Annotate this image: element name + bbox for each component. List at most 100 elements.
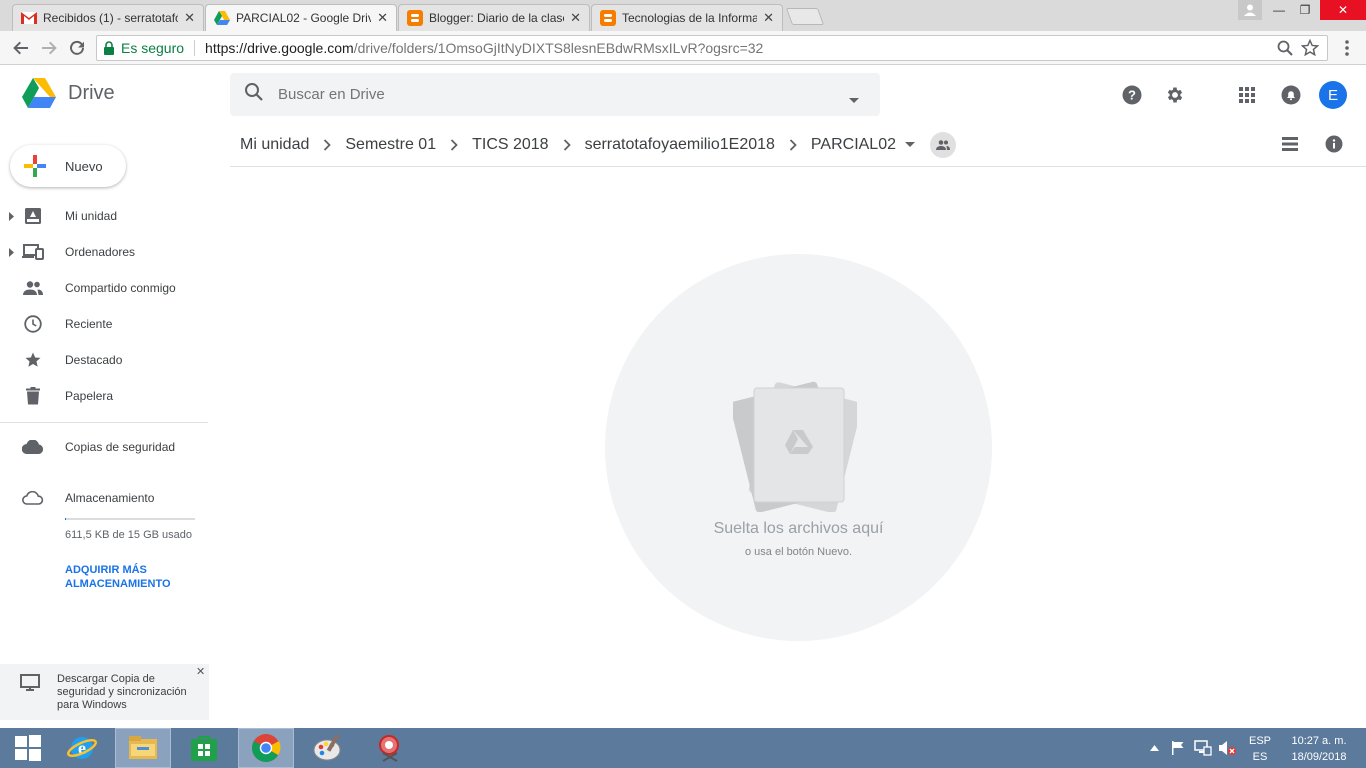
apps-grid-icon[interactable]: [1235, 83, 1259, 107]
search-options-dropdown-icon[interactable]: [848, 91, 860, 109]
list-view-icon[interactable]: [1278, 132, 1302, 156]
paint-icon[interactable]: [300, 728, 356, 768]
drive-logo-text: Drive: [68, 81, 115, 104]
language-indicator[interactable]: ESP ES: [1246, 733, 1274, 765]
breadcrumb-item[interactable]: Semestre 01: [345, 136, 436, 154]
drive-files-illustration: [733, 381, 857, 512]
window-close-button[interactable]: ✕: [1320, 0, 1366, 20]
sidebar-item-label: Almacenamiento: [65, 491, 155, 505]
search-bar[interactable]: [230, 73, 880, 116]
address-bar[interactable]: Es seguro https://drive.google.com/drive…: [96, 35, 1328, 61]
maximize-button[interactable]: ❐: [1292, 0, 1318, 20]
file-explorer-icon[interactable]: [115, 728, 171, 768]
profile-button[interactable]: [1238, 0, 1262, 20]
sidebar-item-label: Copias de seguridad: [65, 440, 176, 454]
breadcrumb-item[interactable]: serratotafoyaemilio1E2018: [585, 136, 775, 154]
storage-usage-text: 611,5 KB de 15 GB usado: [65, 529, 192, 541]
back-button[interactable]: [10, 37, 32, 59]
plus-icon: [24, 155, 46, 177]
new-tab-button[interactable]: [785, 8, 825, 25]
sidebar-item-my-drive[interactable]: Mi unidad: [0, 198, 208, 234]
breadcrumb-item[interactable]: TICS 2018: [472, 136, 548, 154]
drop-zone-empty-state[interactable]: Suelta los archivos aquí o usa el botón …: [605, 254, 992, 641]
chevron-right-icon: [563, 139, 571, 151]
shared-icon: [22, 277, 44, 299]
close-icon[interactable]: ✕: [377, 10, 388, 26]
backup-sync-promo[interactable]: Descargar Copia de seguridad y sincroniz…: [0, 664, 209, 720]
chevron-right-icon: [323, 139, 332, 151]
notifications-bell-icon[interactable]: [1279, 83, 1303, 107]
tab-google-drive[interactable]: PARCIAL02 - Google Driv ✕: [205, 4, 397, 31]
star-icon: [22, 349, 44, 371]
close-icon[interactable]: ✕: [570, 10, 581, 26]
cloud-icon: [22, 436, 44, 458]
breadcrumb-divider: [230, 166, 1366, 167]
google-drive-icon: [22, 78, 56, 108]
empty-state-title: Suelta los archivos aquí: [713, 520, 884, 537]
system-clock[interactable]: 10:27 a. m. 18/09/2018: [1283, 733, 1355, 765]
account-avatar[interactable]: E: [1319, 81, 1347, 109]
forward-button[interactable]: [38, 37, 60, 59]
sidebar-item-storage[interactable]: Almacenamiento: [0, 480, 208, 516]
folder-menu-dropdown-icon[interactable]: [905, 142, 915, 148]
tab-blogger-diario[interactable]: Blogger: Diario de la clase ✕: [398, 4, 590, 31]
tab-tecnologias[interactable]: Tecnologias de la Informa ✕: [591, 4, 783, 31]
zoom-icon[interactable]: [1277, 40, 1293, 59]
settings-gear-icon[interactable]: [1163, 83, 1187, 107]
info-icon[interactable]: [1322, 132, 1346, 156]
sidebar-item-starred[interactable]: Destacado: [0, 342, 208, 378]
browser-toolbar: Es seguro https://drive.google.com/drive…: [0, 31, 1366, 65]
my-drive-icon: [22, 205, 44, 227]
sidebar-item-computers[interactable]: Ordenadores: [0, 234, 208, 270]
shared-folder-icon[interactable]: [930, 132, 956, 158]
promo-text: Descargar Copia de seguridad y sincroniz…: [57, 673, 187, 711]
expand-arrow-icon[interactable]: [9, 247, 17, 257]
close-icon[interactable]: ✕: [184, 10, 195, 26]
snipping-tool-icon[interactable]: [362, 728, 418, 768]
language-code: ESP: [1248, 735, 1271, 747]
store-icon[interactable]: [176, 728, 232, 768]
storage-usage-bar: [65, 518, 195, 520]
help-icon[interactable]: ?: [1120, 83, 1144, 107]
storage-usage-fill: [65, 518, 66, 520]
sidebar-item-trash[interactable]: Papelera: [0, 378, 208, 414]
clock-date: 18/09/2018: [1291, 751, 1347, 763]
volume-muted-icon[interactable]: [1218, 728, 1236, 768]
secure-indicator[interactable]: Es seguro: [103, 40, 184, 56]
breadcrumb-current-folder[interactable]: PARCIAL02: [811, 136, 896, 154]
close-icon[interactable]: ✕: [763, 10, 774, 26]
internet-explorer-icon[interactable]: e: [54, 728, 110, 768]
browser-menu-icon[interactable]: [1336, 37, 1358, 59]
minimize-button[interactable]: —: [1266, 0, 1292, 20]
sidebar-item-recent[interactable]: Reciente: [0, 306, 208, 342]
show-hidden-icons-arrow[interactable]: [1150, 728, 1159, 768]
tab-gmail[interactable]: Recibidos (1) - serratotafó ✕: [12, 4, 204, 31]
tab-title: Recibidos (1) - serratotafó: [43, 11, 179, 25]
breadcrumb-item[interactable]: Mi unidad: [240, 136, 309, 154]
url-host: https://drive.google.com: [205, 40, 354, 56]
blogger-icon: [600, 10, 616, 26]
computers-icon: [22, 241, 44, 263]
expand-arrow-icon[interactable]: [9, 211, 17, 221]
chrome-icon[interactable]: [238, 728, 294, 768]
trash-icon: [22, 385, 44, 407]
sidebar-item-shared-with-me[interactable]: Compartido conmigo: [0, 270, 208, 306]
empty-state-subtitle: o usa el botón Nuevo.: [744, 546, 853, 558]
close-icon[interactable]: ✕: [196, 665, 205, 678]
action-center-flag-icon[interactable]: [1170, 728, 1186, 768]
search-input[interactable]: [278, 86, 818, 103]
windows-start-icon[interactable]: [0, 728, 56, 768]
buy-storage-link[interactable]: ADQUIRIR MÁS ALMACENAMIENTO: [65, 563, 195, 591]
bookmark-star-icon[interactable]: [1300, 38, 1320, 60]
chevron-right-icon: [789, 139, 797, 151]
drive-logo[interactable]: Drive: [22, 78, 115, 108]
network-icon[interactable]: [1194, 728, 1212, 768]
reload-button[interactable]: [66, 37, 88, 59]
new-button[interactable]: Nuevo: [10, 145, 126, 187]
sidebar-item-backups[interactable]: Copias de seguridad: [0, 429, 208, 465]
url-path: /drive/folders/1OmsoGjItNyDIXTS8lesnEBdw…: [353, 40, 764, 56]
search-icon[interactable]: [244, 82, 264, 107]
sidebar-item-label: Reciente: [65, 317, 113, 331]
google-drive-icon: [214, 10, 230, 26]
windows-taskbar: e ESP ES 10:27 a. m. 18/09/2018: [0, 728, 1366, 768]
